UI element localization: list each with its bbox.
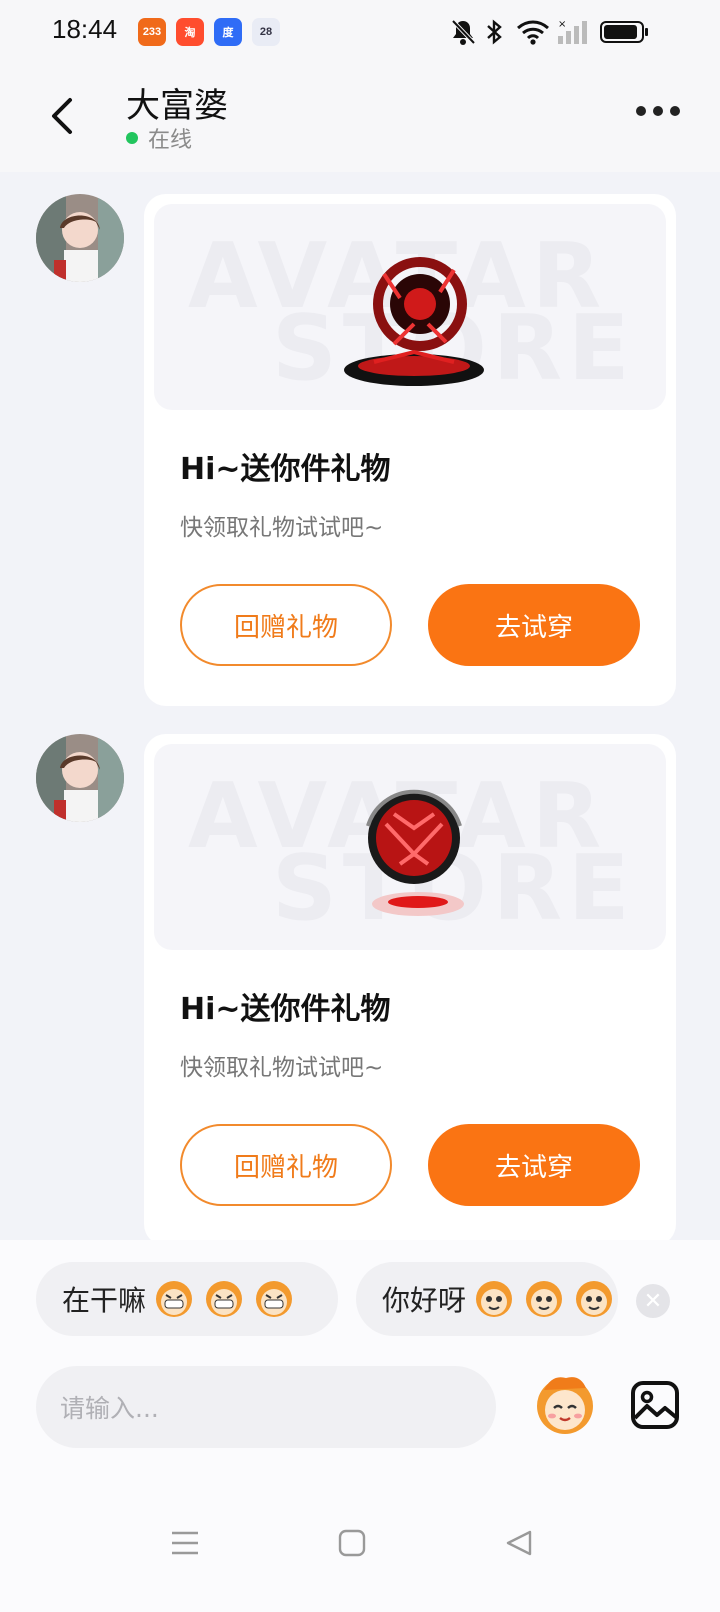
wifi-icon bbox=[517, 20, 549, 45]
try-on-button[interactable]: 去试穿 bbox=[428, 1124, 640, 1206]
quick-reply-text: 在干嘛 bbox=[62, 1284, 147, 1317]
taobao-app-icon: 淘 bbox=[176, 18, 204, 46]
calendar-app-icon: 28 bbox=[252, 18, 280, 46]
smiling-monkey-emoji-icon bbox=[474, 1279, 614, 1319]
app-233-icon: 233 bbox=[138, 18, 166, 46]
quick-reply-chip[interactable]: 你好呀 bbox=[356, 1262, 618, 1336]
home-icon[interactable] bbox=[338, 1528, 366, 1558]
more-options-icon[interactable] bbox=[636, 104, 682, 118]
return-gift-button[interactable]: 回赠礼物 bbox=[180, 1124, 392, 1206]
return-gift-button[interactable]: 回赠礼物 bbox=[180, 584, 392, 666]
avatar[interactable] bbox=[36, 194, 124, 282]
image-picker-icon[interactable] bbox=[630, 1380, 680, 1430]
emoji-sticker-icon[interactable] bbox=[530, 1370, 600, 1440]
status-bar: 18:44 233 淘 度 28 × bbox=[0, 0, 720, 66]
online-status: 在线 bbox=[148, 128, 193, 153]
baidu-app-icon: 度 bbox=[214, 18, 242, 46]
card-title: Hi~送你件礼物 bbox=[180, 452, 391, 487]
back-nav-icon[interactable] bbox=[504, 1528, 534, 1558]
contact-name: 大富婆 bbox=[126, 86, 228, 126]
menu-icon[interactable] bbox=[170, 1528, 200, 1558]
quick-reply-text: 你好呀 bbox=[382, 1284, 467, 1317]
message-input[interactable] bbox=[58, 1366, 462, 1450]
card-subtitle: 快领取礼物试试吧~ bbox=[180, 515, 384, 541]
back-arrow-icon[interactable] bbox=[44, 94, 84, 138]
try-on-button[interactable]: 去试穿 bbox=[428, 584, 640, 666]
gift-item-image bbox=[344, 257, 484, 386]
gift-message-card: AVATAR STORE Hi~送你件礼物 快领取礼物试试吧~ 回赠礼物 去试穿 bbox=[144, 734, 676, 1246]
message-input-wrapper bbox=[36, 1366, 496, 1450]
gift-preview[interactable]: AVATAR STORE bbox=[154, 744, 666, 950]
svg-text:×: × bbox=[558, 19, 566, 30]
gift-message-card: AVATAR STORE Hi~送你件礼物 快领取礼物试试吧~ 回赠礼物 去试穿 bbox=[144, 194, 676, 706]
close-quick-replies-icon[interactable]: ✕ bbox=[636, 1284, 670, 1318]
laughing-monkey-emoji-icon bbox=[154, 1279, 294, 1319]
battery-icon bbox=[600, 21, 648, 43]
cellular-icon: × bbox=[558, 19, 587, 44]
card-title: Hi~送你件礼物 bbox=[180, 992, 391, 1027]
bluetooth-icon bbox=[487, 19, 502, 45]
gift-item-image bbox=[366, 789, 464, 916]
card-subtitle: 快领取礼物试试吧~ bbox=[180, 1055, 384, 1081]
quick-reply-chip[interactable]: 在干嘛 bbox=[36, 1262, 338, 1336]
online-indicator bbox=[126, 132, 138, 144]
chat-header: 大富婆 在线 bbox=[0, 66, 720, 172]
status-time: 18:44 bbox=[52, 14, 118, 44]
system-nav-bar bbox=[0, 1490, 720, 1612]
avatar[interactable] bbox=[36, 734, 124, 822]
gift-preview[interactable]: AVATAR STORE bbox=[154, 204, 666, 410]
mute-bell-icon bbox=[451, 19, 476, 45]
